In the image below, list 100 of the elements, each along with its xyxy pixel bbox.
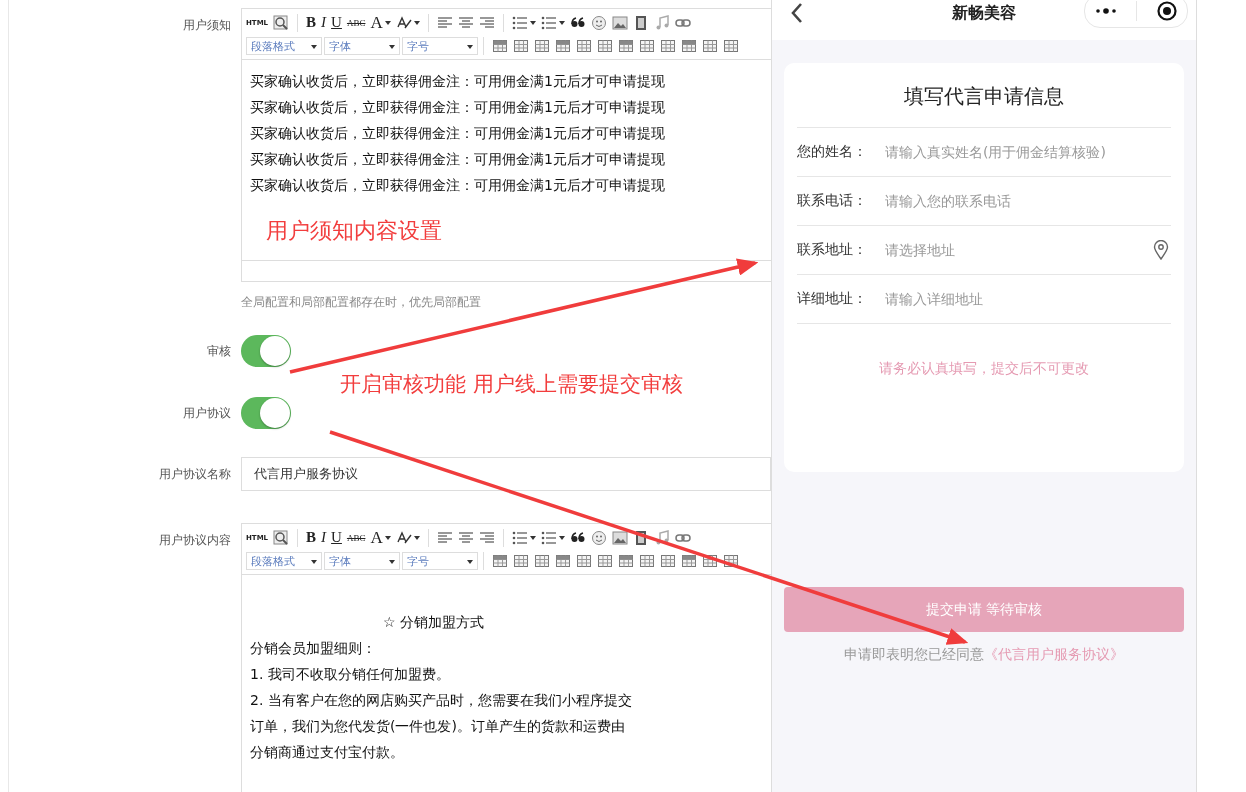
editor-text-line: 1. 我司不收取分销任何加盟费。 <box>250 665 451 684</box>
back-icon[interactable] <box>790 2 804 24</box>
location-pin-icon[interactable] <box>1153 240 1169 260</box>
table-icon[interactable] <box>576 37 592 54</box>
editor-text-line: 买家确认收货后，立即获得佣金注：可用佣金满1元后才可申请提现 <box>250 98 666 117</box>
editor-text-line: 买家确认收货后，立即获得佣金注：可用佣金满1元后才可申请提现 <box>250 150 666 169</box>
table-icon[interactable] <box>555 552 571 569</box>
input-field[interactable]: 代言用户服务协议 <box>241 457 771 491</box>
annotation-text: 开启审核功能 用户线上需要提交审核 <box>340 371 683 398</box>
editor-heading: ☆ 分销加盟方式 <box>382 613 485 632</box>
input-field[interactable]: 请输入真实姓名(用于佣金结算核验) <box>883 143 1171 161</box>
music-note-icon[interactable] <box>653 529 670 546</box>
highlight-icon[interactable] <box>395 14 412 31</box>
caret-icon[interactable] <box>413 535 420 540</box>
bullet-list-icon[interactable] <box>540 529 557 546</box>
caret-icon[interactable] <box>384 20 391 25</box>
select-dropdown[interactable]: 字体 <box>324 551 400 570</box>
align-center-icon[interactable] <box>457 14 474 31</box>
toolbar-button[interactable]: B <box>306 529 317 546</box>
field-label: 联系地址： <box>797 241 868 259</box>
toolbar-button[interactable]: U <box>331 529 342 546</box>
select-dropdown[interactable]: 字号 <box>402 36 478 55</box>
hint-text: 全局配置和局部配置都存在时，优先局部配置 <box>241 294 482 311</box>
table-icon[interactable] <box>513 552 529 569</box>
table-icon[interactable] <box>702 552 718 569</box>
notice-text: 请务必认真填写，提交后不可更改 <box>878 360 1090 378</box>
close-icon[interactable] <box>1155 0 1178 22</box>
toggle-switch[interactable] <box>241 397 291 429</box>
editor-text-line: 2. 当有客户在您的网店购买产品时，您需要在我们小程序提交 <box>250 691 633 710</box>
align-right-icon[interactable] <box>478 14 495 31</box>
align-left-icon[interactable] <box>436 14 453 31</box>
select-dropdown[interactable]: 字体 <box>324 36 400 55</box>
input-field[interactable]: 请输入详细地址 <box>883 290 1171 308</box>
field-label: 用户协议名称 <box>158 465 232 483</box>
smiley-icon[interactable] <box>590 14 607 31</box>
table-icon[interactable] <box>492 37 508 54</box>
caret-icon[interactable] <box>529 20 536 25</box>
highlight-icon[interactable] <box>395 529 412 546</box>
field-label: 用户协议内容 <box>158 532 232 549</box>
select-dropdown[interactable]: 段落格式 <box>246 36 322 55</box>
image-icon[interactable] <box>611 14 628 31</box>
table-icon[interactable] <box>702 37 718 54</box>
table-icon[interactable] <box>597 552 613 569</box>
numbered-list-icon[interactable] <box>511 14 528 31</box>
table-icon[interactable] <box>534 552 550 569</box>
numbered-list-icon[interactable] <box>511 529 528 546</box>
table-icon[interactable] <box>639 37 655 54</box>
toolbar-button[interactable]: B <box>306 14 317 31</box>
image-icon[interactable] <box>611 529 628 546</box>
card-title: 填写代言申请信息 <box>797 63 1171 128</box>
bullet-list-icon[interactable] <box>540 14 557 31</box>
table-icon[interactable] <box>618 552 634 569</box>
capsule-menu[interactable] <box>1084 0 1188 28</box>
toolbar-button[interactable]: ABC <box>346 532 366 543</box>
editor-text-line: 分销会员加盟细则： <box>250 639 377 658</box>
caret-icon[interactable] <box>529 535 536 540</box>
toolbar-button[interactable]: A <box>370 527 383 548</box>
table-icon[interactable] <box>534 37 550 54</box>
toolbar-button[interactable]: A <box>370 12 383 33</box>
toolbar-button[interactable]: I <box>321 14 327 31</box>
table-icon[interactable] <box>681 552 697 569</box>
table-icon[interactable] <box>576 552 592 569</box>
table-icon[interactable] <box>555 37 571 54</box>
editor-text-line: 买家确认收货后，立即获得佣金注：可用佣金满1元后才可申请提现 <box>250 124 666 143</box>
caret-icon[interactable] <box>413 20 420 25</box>
consent-text: 申请即表明您已经同意 <box>844 646 984 662</box>
field-label: 审核 <box>206 342 232 360</box>
toolbar-button[interactable]: U <box>331 14 342 31</box>
caret-icon[interactable] <box>384 535 391 540</box>
caret-icon[interactable] <box>558 535 565 540</box>
table-icon[interactable] <box>513 37 529 54</box>
page-title: 新畅美容 <box>952 3 1016 24</box>
toggle-switch[interactable] <box>241 335 291 367</box>
table-icon[interactable] <box>660 552 676 569</box>
smiley-icon[interactable] <box>590 529 607 546</box>
table-icon[interactable] <box>660 37 676 54</box>
toolbar-button[interactable]: I <box>321 529 327 546</box>
editor-text-line: 订单，我们为您代发货(一件也发)。订单产生的货款和运费由 <box>250 717 626 736</box>
magnifier-icon[interactable] <box>273 529 290 546</box>
magnifier-icon[interactable] <box>273 14 290 31</box>
align-left-icon[interactable] <box>436 529 453 546</box>
select-dropdown[interactable]: 字号 <box>402 551 478 570</box>
annotation-text: 用户须知内容设置 <box>266 217 442 245</box>
table-icon[interactable] <box>723 552 739 569</box>
select-dropdown[interactable]: 段落格式 <box>246 551 322 570</box>
editor-text-line: 分销商通过支付宝付款。 <box>250 743 405 762</box>
caret-icon[interactable] <box>558 20 565 25</box>
table-icon[interactable] <box>723 37 739 54</box>
align-right-icon[interactable] <box>478 529 495 546</box>
editor-text-line: 买家确认收货后，立即获得佣金注：可用佣金满1元后才可申请提现 <box>250 176 666 195</box>
toolbar-button[interactable]: ABC <box>346 17 366 28</box>
table-icon[interactable] <box>492 552 508 569</box>
input-field[interactable]: 请选择地址 <box>883 241 1153 259</box>
table-icon[interactable] <box>681 37 697 54</box>
more-icon[interactable] <box>1094 6 1119 16</box>
table-icon[interactable] <box>597 37 613 54</box>
align-center-icon[interactable] <box>457 529 474 546</box>
input-field[interactable]: 请输入您的联系电话 <box>883 192 1171 210</box>
table-icon[interactable] <box>639 552 655 569</box>
table-icon[interactable] <box>618 37 634 54</box>
